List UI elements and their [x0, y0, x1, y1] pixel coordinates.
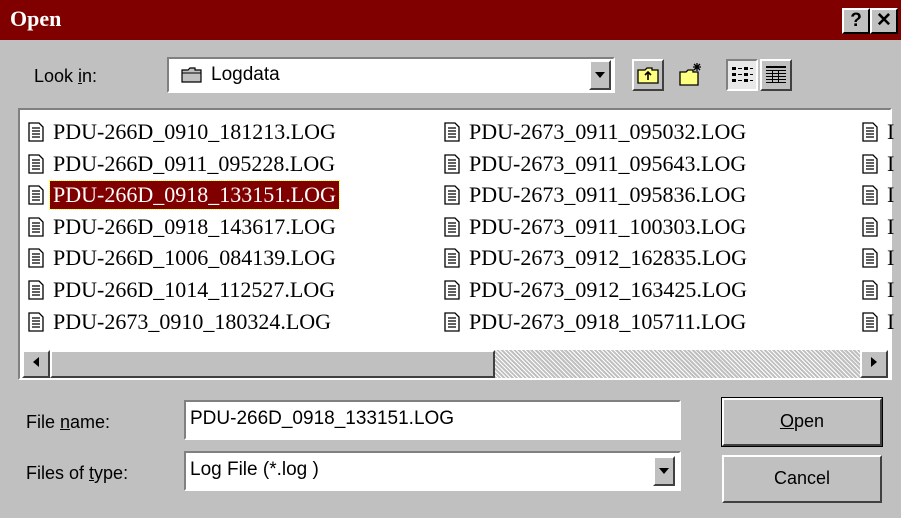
log-file-icon — [862, 122, 878, 142]
file-item-name: PDU-2673_0910_180324.LOG — [53, 308, 332, 334]
log-file-icon — [28, 311, 44, 332]
create-new-folder-button[interactable] — [674, 59, 706, 91]
file-item-name: PDU-2673_0911_095643.LOG — [469, 150, 747, 176]
file-item-name: PDU-2673_0911_095032.LOG — [469, 119, 747, 144]
log-file-icon — [862, 217, 878, 237]
up-folder-icon — [637, 67, 659, 84]
log-file-icon — [444, 311, 460, 332]
details-view-button[interactable] — [760, 59, 792, 91]
log-file-icon — [862, 311, 878, 332]
files-of-type-label: Files of type: — [26, 463, 129, 483]
file-name-input[interactable]: PDU-266D_0918_133151.LOG — [184, 400, 681, 440]
chevron-down-icon — [595, 72, 605, 78]
log-file-icon — [28, 153, 44, 174]
log-file-icon — [28, 280, 44, 300]
look-in-combobox[interactable]: Logdata — [167, 57, 615, 93]
look-in-dropdown-button[interactable] — [589, 60, 611, 90]
dialog-title: Open — [10, 6, 62, 31]
list-view-icon — [732, 67, 753, 82]
file-name-label: File name: — [26, 412, 111, 432]
file-item-name: PDU-266D_1006_084139.LOG — [53, 245, 336, 271]
scroll-left-button[interactable] — [22, 350, 50, 378]
open-button[interactable]: Open — [721, 397, 883, 447]
log-file-icon — [444, 185, 460, 205]
file-item-name: PDU-266D_0910_181213.LOG — [53, 119, 336, 144]
log-file-icon — [444, 280, 460, 300]
file-item-name: PDU-266D_0918_143617.LOG — [53, 213, 336, 239]
help-button[interactable]: ? — [842, 8, 870, 34]
file-item-name: I — [887, 182, 895, 208]
new-folder-icon — [679, 63, 701, 86]
log-file-icon — [862, 185, 878, 205]
log-file-icon — [862, 248, 878, 269]
scrollbar-thumb[interactable] — [50, 350, 495, 378]
log-file-icon — [862, 153, 878, 174]
files-of-type-select[interactable]: Log File (*.log ) — [184, 451, 681, 491]
look-in-value: Logdata — [211, 64, 280, 85]
folder-icon — [181, 67, 202, 83]
file-item-name: PDU-2673_0911_100303.LOG — [469, 213, 747, 239]
log-file-icon — [28, 217, 44, 237]
arrow-right-icon — [871, 357, 877, 367]
file-list[interactable]: PDU-266D_0910_181213.LOG PDU-266D_0911_09… — [18, 108, 894, 380]
file-item-name: PDU-266D_0918_133151.LOG — [49, 180, 340, 211]
log-file-icon — [28, 248, 44, 269]
chevron-down-icon — [659, 468, 669, 474]
files-of-type-value: Log File (*.log ) — [190, 459, 319, 480]
details-view-icon — [766, 66, 786, 83]
file-name-value: PDU-266D_0918_133151.LOG — [190, 408, 455, 429]
look-in-label: Look in: — [34, 66, 98, 86]
open-dialog: Open ? ✕ Look in: Logdata PDU-266D_0910_… — [0, 0, 901, 518]
scroll-right-button[interactable] — [860, 350, 888, 378]
file-item-name: I — [887, 213, 895, 239]
cancel-button[interactable]: Cancel — [722, 455, 882, 503]
log-file-icon — [444, 248, 460, 269]
file-item-name: I — [887, 308, 895, 334]
file-item-name: I — [887, 119, 895, 144]
close-button[interactable]: ✕ — [870, 8, 898, 34]
file-item-name: I — [887, 245, 895, 271]
log-file-icon — [28, 185, 44, 205]
horizontal-scrollbar[interactable] — [22, 350, 888, 378]
arrow-left-icon — [33, 357, 39, 367]
log-file-icon — [862, 280, 878, 300]
title-bar[interactable]: Open ? ✕ — [0, 0, 901, 40]
log-file-icon — [444, 153, 460, 174]
log-file-icon — [28, 122, 44, 142]
log-file-icon — [444, 217, 460, 237]
files-of-type-dropdown-button[interactable] — [653, 456, 675, 486]
file-item-name: PDU-2673_0911_095836.LOG — [469, 182, 747, 208]
list-view-button[interactable] — [726, 59, 758, 91]
file-item-name: I — [887, 277, 895, 302]
file-item-name: PDU-2673_0918_105711.LOG — [469, 308, 747, 334]
file-item-name: PDU-2673_0912_162835.LOG — [469, 245, 748, 271]
log-file-icon — [444, 122, 460, 142]
file-item-name: PDU-266D_1014_112527.LOG — [53, 277, 336, 302]
up-one-level-button[interactable] — [632, 59, 664, 91]
file-item-name: PDU-2673_0912_163425.LOG — [469, 277, 748, 302]
file-item-name: PDU-266D_0911_095228.LOG — [53, 150, 336, 176]
file-item-name: I — [887, 150, 895, 176]
